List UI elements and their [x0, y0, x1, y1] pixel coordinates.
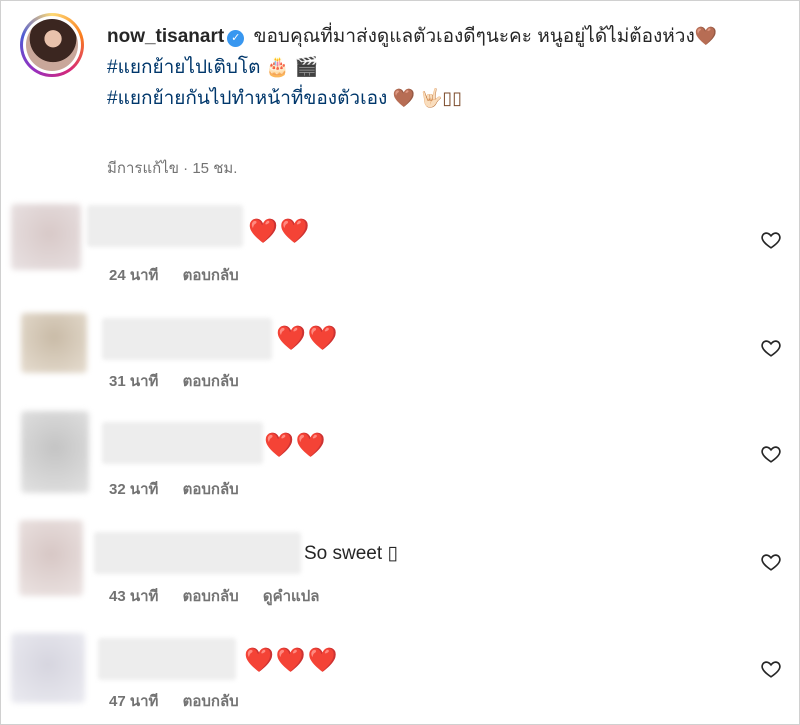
caption-emoji: 🤎 [694, 26, 718, 46]
commenter-name-blurred[interactable] [98, 638, 236, 680]
comment-item: So sweet ▯ 43 นาที ตอบกลับ ดูคำแปล [1, 518, 799, 618]
comment-text: ❤️❤️ [248, 218, 312, 245]
comment-text: ❤️❤️ [264, 432, 328, 459]
caption-text: ขอบคุณที่มาส่งดูแลตัวเองดีๆนะคะ หนูอยู่ไ… [253, 26, 695, 47]
hashtag-link[interactable]: #แยกย้ายไปเติบโต [107, 57, 260, 78]
heart-outline-icon[interactable] [760, 229, 782, 251]
commenter-avatar[interactable] [11, 204, 81, 270]
heart-outline-icon[interactable] [760, 337, 782, 359]
comment-text: ❤️❤️ [276, 325, 340, 352]
reply-button[interactable]: ตอบกลับ [183, 267, 239, 284]
reply-button[interactable]: ตอบกลับ [183, 588, 239, 605]
comment-time: 24 นาที [109, 267, 159, 284]
comment-item: ❤️❤️❤️ 47 นาที ตอบกลับ [1, 631, 799, 724]
commenter-name-blurred[interactable] [87, 205, 243, 247]
commenter-name-blurred[interactable] [102, 422, 263, 464]
commenter-avatar[interactable] [21, 313, 87, 373]
reply-button[interactable]: ตอบกลับ [183, 373, 239, 390]
comment-meta: 32 นาที ตอบกลับ [109, 477, 259, 501]
commenter-name-blurred[interactable] [94, 532, 301, 574]
comment-item: ❤️❤️ 24 นาที ตอบกลับ [1, 201, 799, 301]
reply-button[interactable]: ตอบกลับ [183, 693, 239, 710]
hashtag-link[interactable]: #แยกย้ายกันไปทำหน้าที่ของตัวเอง [107, 88, 387, 109]
heart-outline-icon[interactable] [760, 658, 782, 680]
comment-time: 47 นาที [109, 693, 159, 710]
hashtag-emoji: 🤎 🤟🏻▯▯ [392, 88, 463, 108]
comment-time: 32 นาที [109, 481, 159, 498]
heart-outline-icon[interactable] [760, 443, 782, 465]
author-username[interactable]: now_tisanart [107, 26, 224, 47]
hashtag-emoji: 🎂 🎬 [265, 57, 319, 78]
avatar-photo [26, 19, 78, 71]
comment-meta: 47 นาที ตอบกลับ [109, 689, 259, 713]
commenter-avatar[interactable] [21, 411, 89, 493]
comment-time: 31 นาที [109, 373, 159, 390]
comment-time: 43 นาที [109, 588, 159, 605]
reply-button[interactable]: ตอบกลับ [183, 481, 239, 498]
comment-item: ❤️❤️ 32 นาที ตอบกลับ [1, 411, 799, 511]
comment-meta: 31 นาที ตอบกลับ [109, 369, 259, 393]
commenter-name-blurred[interactable] [102, 318, 272, 360]
commenter-avatar[interactable] [19, 520, 83, 596]
edited-label: มีการแก้ไข [107, 160, 179, 177]
commenter-avatar[interactable] [11, 633, 85, 703]
meta-separator: · [183, 160, 189, 177]
caption-time: 15 ชม. [192, 160, 238, 177]
verified-badge-icon: ✓ [227, 30, 245, 47]
comment-meta: 24 นาที ตอบกลับ [109, 263, 259, 287]
comment-item: ❤️❤️ 31 นาที ตอบกลับ [1, 311, 799, 411]
caption-meta: มีการแก้ไข · 15 ชม. [107, 156, 237, 180]
comment-text: So sweet ▯ [304, 543, 398, 564]
author-avatar[interactable] [20, 13, 84, 77]
comment-text: ❤️❤️❤️ [244, 647, 340, 674]
see-translation-button[interactable]: ดูคำแปล [263, 588, 320, 605]
comment-meta: 43 นาที ตอบกลับ ดูคำแปล [109, 584, 339, 608]
post-comments-panel: now_tisanart ✓ ขอบคุณที่มาส่งดูแลตัวเองดี… [0, 0, 800, 725]
caption: now_tisanart ✓ ขอบคุณที่มาส่งดูแลตัวเองดี… [107, 21, 767, 114]
heart-outline-icon[interactable] [760, 551, 782, 573]
